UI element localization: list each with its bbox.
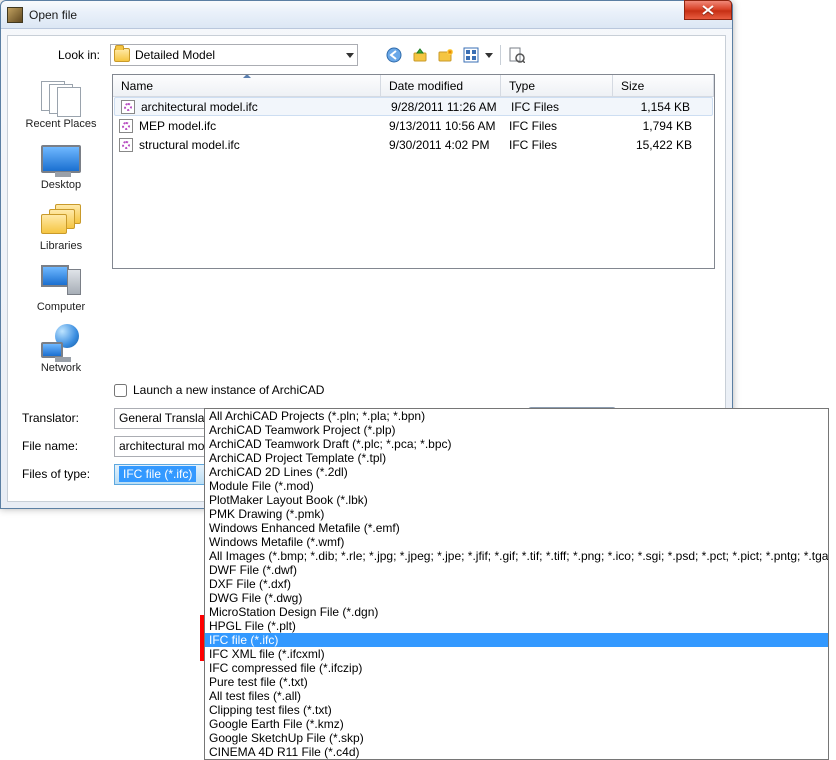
- filetype-option[interactable]: IFC file (*.ifc): [205, 633, 828, 647]
- folder-icon: [114, 48, 130, 62]
- filetype-option[interactable]: DWF File (*.dwf): [205, 563, 828, 577]
- file-date: 9/28/2011 11:26 AM: [383, 100, 503, 114]
- filetype-option[interactable]: ArchiCAD 2D Lines (*.2dl): [205, 465, 828, 479]
- toolbar: [382, 44, 529, 66]
- view-menu-icon[interactable]: [460, 44, 496, 66]
- file-type: IFC Files: [501, 138, 613, 152]
- place-label: Computer: [22, 301, 100, 313]
- file-icon: [119, 138, 133, 152]
- filetype-option[interactable]: MicroStation Design File (*.dgn): [205, 605, 828, 619]
- filetype-option[interactable]: PMK Drawing (*.pmk): [205, 507, 828, 521]
- filetype-option[interactable]: Google SketchUp File (*.skp): [205, 731, 828, 745]
- place-label: Network: [22, 362, 100, 374]
- lookin-row: Look in: Detailed Model: [18, 44, 715, 66]
- file-name: structural model.ifc: [139, 138, 240, 152]
- filetype-option[interactable]: Module File (*.mod): [205, 479, 828, 493]
- place-network[interactable]: Network: [21, 320, 101, 377]
- column-name[interactable]: Name: [113, 75, 381, 96]
- filetype-option[interactable]: ArchiCAD Teamwork Project (*.plp): [205, 423, 828, 437]
- app-icon: [7, 7, 23, 23]
- close-button[interactable]: [684, 0, 732, 20]
- translator-label: Translator:: [20, 411, 114, 425]
- filetype-label: Files of type:: [20, 467, 114, 481]
- filetype-option[interactable]: HPGL File (*.plt): [205, 619, 828, 633]
- column-type[interactable]: Type: [501, 75, 613, 96]
- up-one-level-icon[interactable]: [408, 44, 432, 66]
- place-computer[interactable]: Computer: [21, 259, 101, 316]
- filetype-option[interactable]: All ArchiCAD Projects (*.pln; *.pla; *.b…: [205, 409, 828, 423]
- file-row[interactable]: structural model.ifc 9/30/2011 4:02 PMIFC…: [113, 135, 714, 154]
- place-label: Desktop: [22, 179, 100, 191]
- new-folder-icon[interactable]: [434, 44, 458, 66]
- file-date: 9/30/2011 4:02 PM: [381, 138, 501, 152]
- highlight-marker: [200, 615, 204, 661]
- filetype-option[interactable]: IFC compressed file (*.ifczip): [205, 661, 828, 675]
- filetype-option[interactable]: Clipping test files (*.txt): [205, 703, 828, 717]
- place-desktop[interactable]: Desktop: [21, 137, 101, 194]
- filetype-option[interactable]: IFC XML file (*.ifcxml): [205, 647, 828, 661]
- chevron-down-icon: [346, 53, 354, 58]
- filetype-option[interactable]: Pure test file (*.txt): [205, 675, 828, 689]
- launch-instance-row: Launch a new instance of ArchiCAD: [114, 383, 715, 397]
- back-icon[interactable]: [382, 44, 406, 66]
- lookin-combo[interactable]: Detailed Model: [110, 44, 358, 66]
- place-libraries[interactable]: Libraries: [21, 198, 101, 255]
- place-label: Recent Places: [22, 118, 100, 130]
- column-date[interactable]: Date modified: [381, 75, 501, 96]
- file-size: 1,154 KB: [615, 100, 712, 114]
- launch-instance-checkbox[interactable]: [114, 384, 127, 397]
- filetype-option[interactable]: Windows Enhanced Metafile (*.emf): [205, 521, 828, 535]
- file-name: MEP model.ifc: [139, 119, 216, 133]
- sort-asc-icon: [243, 74, 251, 78]
- file-row[interactable]: architectural model.ifc 9/28/2011 11:26 A…: [114, 97, 713, 116]
- filetype-option[interactable]: All test files (*.all): [205, 689, 828, 703]
- filetype-option[interactable]: ArchiCAD Teamwork Draft (*.plc; *.pca; *…: [205, 437, 828, 451]
- file-list[interactable]: Name Date modified Type Size architectur…: [112, 74, 715, 269]
- file-icon: [121, 100, 135, 114]
- file-type: IFC Files: [501, 119, 613, 133]
- main-area: Recent Places Desktop Libraries Computer…: [18, 74, 715, 377]
- filetype-option[interactable]: Windows Metafile (*.wmf): [205, 535, 828, 549]
- lookin-value: Detailed Model: [135, 48, 215, 62]
- filetype-option[interactable]: DWG File (*.dwg): [205, 591, 828, 605]
- places-bar: Recent Places Desktop Libraries Computer…: [18, 74, 104, 377]
- file-icon: [119, 119, 133, 133]
- filetype-dropdown[interactable]: All ArchiCAD Projects (*.pln; *.pla; *.b…: [204, 408, 829, 760]
- filetype-option[interactable]: CINEMA 4D R11 File (*.c4d): [205, 745, 828, 759]
- filetype-option[interactable]: PlotMaker Layout Book (*.lbk): [205, 493, 828, 507]
- file-type: IFC Files: [503, 100, 615, 114]
- list-header: Name Date modified Type Size: [113, 75, 714, 97]
- separator: [500, 45, 501, 65]
- file-size: 1,794 KB: [613, 119, 714, 133]
- file-size: 15,422 KB: [613, 138, 714, 152]
- file-name: architectural model.ifc: [141, 100, 258, 114]
- filetype-value: IFC file (*.ifc): [119, 466, 196, 482]
- preview-icon[interactable]: [505, 44, 529, 66]
- filename-label: File name:: [20, 439, 114, 453]
- chevron-down-icon: [485, 53, 493, 58]
- column-size[interactable]: Size: [613, 75, 714, 96]
- file-date: 9/13/2011 10:56 AM: [381, 119, 501, 133]
- window-buttons: [684, 0, 732, 20]
- titlebar[interactable]: Open file: [1, 1, 732, 29]
- lookin-label: Look in:: [18, 48, 104, 62]
- filetype-option[interactable]: DXF File (*.dxf): [205, 577, 828, 591]
- filetype-option[interactable]: ArchiCAD Project Template (*.tpl): [205, 451, 828, 465]
- file-row[interactable]: MEP model.ifc 9/13/2011 10:56 AMIFC Files…: [113, 116, 714, 135]
- filetype-option[interactable]: All Images (*.bmp; *.dib; *.rle; *.jpg; …: [205, 549, 828, 563]
- filetype-option[interactable]: Google Earth File (*.kmz): [205, 717, 828, 731]
- file-rows: architectural model.ifc 9/28/2011 11:26 A…: [113, 97, 714, 268]
- launch-instance-label: Launch a new instance of ArchiCAD: [133, 383, 324, 397]
- window-title: Open file: [29, 8, 77, 22]
- place-recent[interactable]: Recent Places: [21, 76, 101, 133]
- place-label: Libraries: [22, 240, 100, 252]
